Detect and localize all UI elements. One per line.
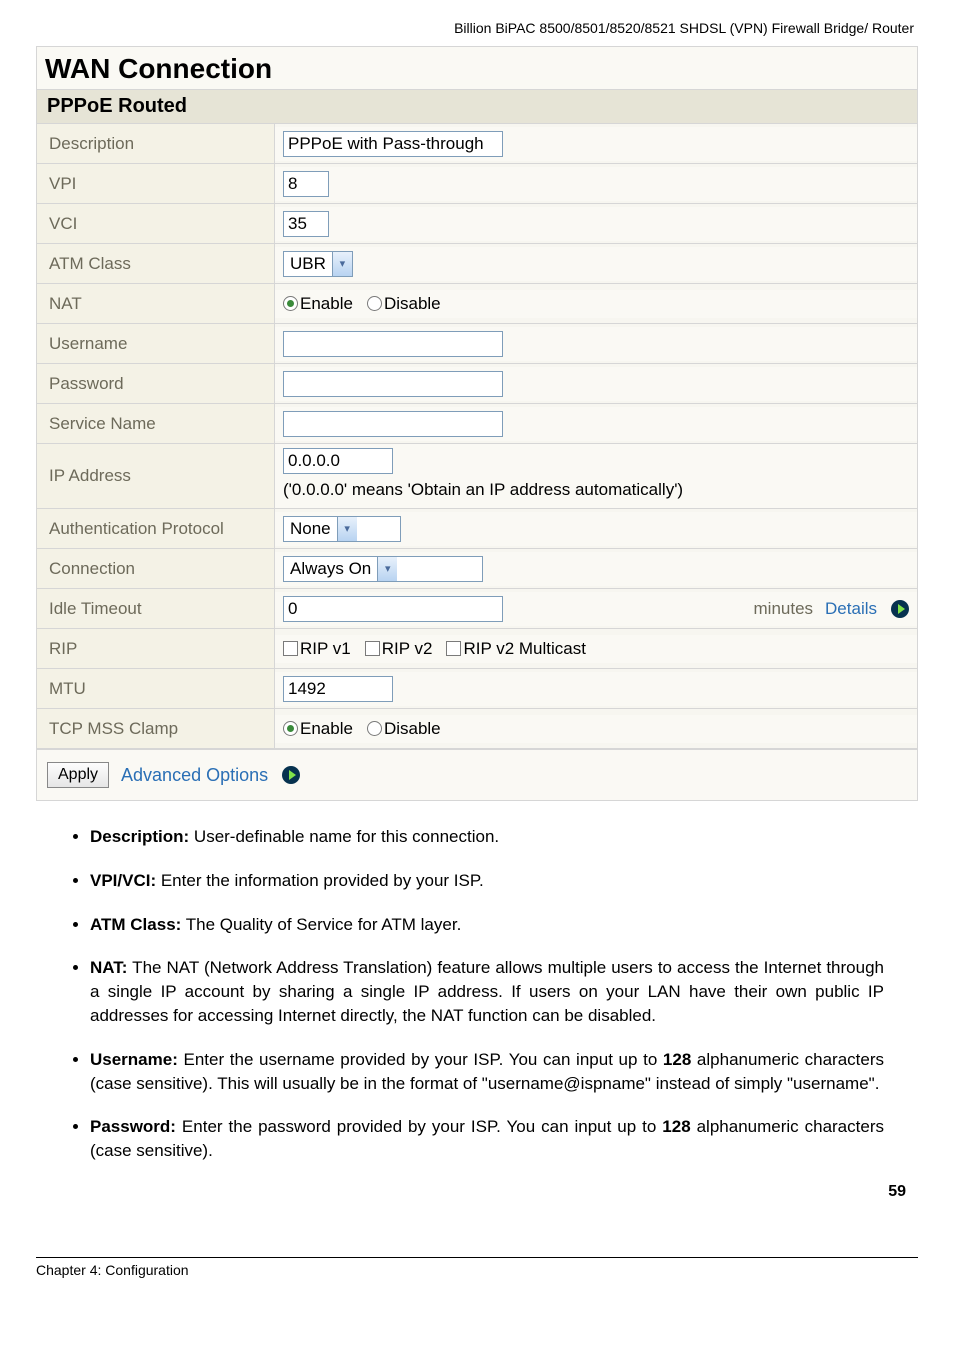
bullet-username: Username: Enter the username provided by… <box>90 1048 884 1096</box>
doc-header: Billion BiPAC 8500/8501/8520/8521 SHDSL … <box>0 0 954 46</box>
description-input[interactable] <box>283 131 503 157</box>
nat-enable-text: Enable <box>300 294 353 314</box>
description-label: Description <box>37 124 275 163</box>
advanced-options-link[interactable]: Advanced Options <box>121 765 268 786</box>
rip-v2-checkbox[interactable]: RIP v2 <box>365 639 433 659</box>
vci-input[interactable] <box>283 211 329 237</box>
mtu-input[interactable] <box>283 676 393 702</box>
rip-v2-text: RIP v2 <box>382 639 433 659</box>
tcp-mss-clamp-label: TCP MSS Clamp <box>37 709 275 748</box>
vci-label: VCI <box>37 204 275 243</box>
nat-disable-radio[interactable]: Disable <box>367 294 441 314</box>
idle-timeout-label: Idle Timeout <box>37 589 275 628</box>
bullet-description: Description: User-definable name for thi… <box>90 825 884 849</box>
page-number: 59 <box>0 1183 906 1201</box>
description-bullets: Description: User-definable name for thi… <box>90 825 884 1163</box>
auth-protocol-select[interactable]: None ▾ <box>283 516 401 542</box>
service-name-label: Service Name <box>37 404 275 443</box>
panel-title: WAN Connection <box>37 47 917 90</box>
vpi-label: VPI <box>37 164 275 203</box>
apply-button[interactable]: Apply <box>47 762 109 788</box>
auth-protocol-selected: None <box>284 517 337 541</box>
nat-label: NAT <box>37 284 275 323</box>
atm-class-select[interactable]: UBR ▾ <box>283 251 353 277</box>
rip-v1-text: RIP v1 <box>300 639 351 659</box>
chevron-down-icon: ▾ <box>332 252 352 276</box>
ip-address-input[interactable] <box>283 448 393 474</box>
tcp-enable-radio[interactable]: Enable <box>283 719 353 739</box>
auth-protocol-label: Authentication Protocol <box>37 509 275 548</box>
nat-disable-text: Disable <box>384 294 441 314</box>
rip-label: RIP <box>37 629 275 668</box>
vpi-input[interactable] <box>283 171 329 197</box>
rip-v2-multicast-checkbox[interactable]: RIP v2 Multicast <box>446 639 586 659</box>
connection-select[interactable]: Always On ▾ <box>283 556 483 582</box>
tcp-disable-radio[interactable]: Disable <box>367 719 441 739</box>
bullet-nat: NAT: The NAT (Network Address Translatio… <box>90 956 884 1027</box>
chapter-footer: Chapter 4: Configuration <box>36 1262 189 1278</box>
chevron-down-icon: ▾ <box>337 517 357 541</box>
atm-class-label: ATM Class <box>37 244 275 283</box>
minutes-text: minutes <box>754 599 814 619</box>
connection-selected: Always On <box>284 557 377 581</box>
rip-v2-multicast-text: RIP v2 Multicast <box>463 639 586 659</box>
bullet-atm-class: ATM Class: The Quality of Service for AT… <box>90 913 884 937</box>
service-name-input[interactable] <box>283 411 503 437</box>
username-label: Username <box>37 324 275 363</box>
ip-address-label: IP Address <box>37 444 275 508</box>
mtu-label: MTU <box>37 669 275 708</box>
idle-timeout-input[interactable] <box>283 596 503 622</box>
nat-enable-radio[interactable]: Enable <box>283 294 353 314</box>
wan-connection-panel: WAN Connection PPPoE Routed Description … <box>36 46 918 801</box>
play-icon[interactable] <box>282 766 300 784</box>
play-icon[interactable] <box>891 600 909 618</box>
tcp-enable-text: Enable <box>300 719 353 739</box>
bullet-password: Password: Enter the password provided by… <box>90 1115 884 1163</box>
password-input[interactable] <box>283 371 503 397</box>
ip-address-note: ('0.0.0.0' means 'Obtain an IP address a… <box>283 478 909 504</box>
panel-subtitle: PPPoE Routed <box>37 90 917 124</box>
username-input[interactable] <box>283 331 503 357</box>
rip-v1-checkbox[interactable]: RIP v1 <box>283 639 351 659</box>
bullet-vpi-vci: VPI/VCI: Enter the information provided … <box>90 869 884 893</box>
chevron-down-icon: ▾ <box>377 557 397 581</box>
password-label: Password <box>37 364 275 403</box>
atm-class-selected: UBR <box>284 252 332 276</box>
tcp-disable-text: Disable <box>384 719 441 739</box>
details-link[interactable]: Details <box>825 599 877 619</box>
connection-label: Connection <box>37 549 275 588</box>
